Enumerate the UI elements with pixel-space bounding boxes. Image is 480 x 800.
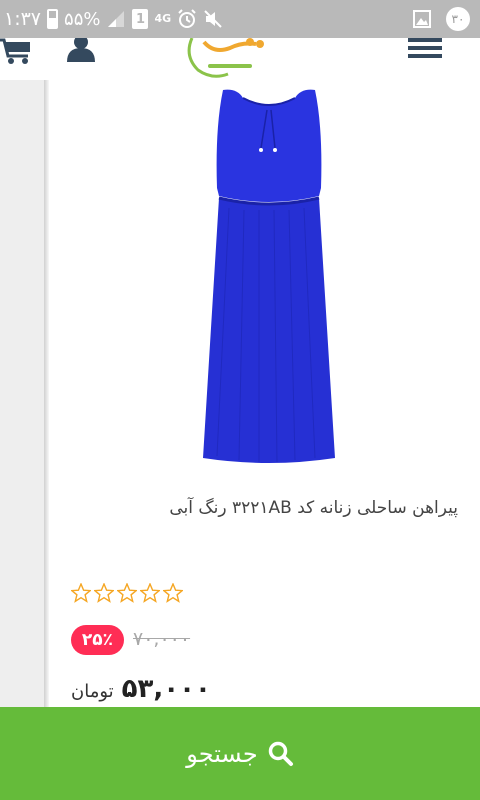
notification-badge: ۳۰ xyxy=(446,7,470,31)
product-price: ۵۳,۰۰۰ xyxy=(121,674,211,704)
mute-icon xyxy=(204,10,222,28)
logo[interactable] xyxy=(184,38,270,78)
rating-stars xyxy=(71,583,183,603)
search-label: جستجو xyxy=(186,739,258,768)
app-header xyxy=(0,38,480,80)
search-button[interactable]: جستجو xyxy=(0,707,480,800)
star-icon xyxy=(163,583,183,603)
status-bar: ۱:۳۷ ۵۵% 1 4G ۳۰ xyxy=(0,0,480,38)
signal-icon xyxy=(108,11,125,27)
star-icon xyxy=(94,583,114,603)
network-type: 4G xyxy=(154,12,172,25)
star-icon xyxy=(140,583,160,603)
battery-percent: ۵۵% xyxy=(64,8,101,30)
currency-label: تومان xyxy=(71,681,114,702)
side-panel-edge xyxy=(0,80,44,707)
old-price: ۷۰,۰۰۰ xyxy=(133,628,191,650)
product-card[interactable]: پیراهن ساحلی زنانه کد ۳۲۲۱AB رنگ آبی ۲۵٪… xyxy=(49,80,480,707)
cart-icon[interactable] xyxy=(0,38,34,64)
discount-badge: ۲۵٪ xyxy=(71,625,124,655)
gallery-icon xyxy=(413,10,431,28)
product-image[interactable] xyxy=(199,88,339,466)
hamburger-menu-icon[interactable] xyxy=(408,38,442,58)
search-icon xyxy=(268,741,293,766)
star-icon xyxy=(117,583,137,603)
star-icon xyxy=(71,583,91,603)
status-time: ۱:۳۷ xyxy=(4,8,42,30)
price-row: تومان ۵۳,۰۰۰ xyxy=(71,674,211,704)
product-title[interactable]: پیراهن ساحلی زنانه کد ۳۲۲۱AB رنگ آبی xyxy=(68,498,458,518)
battery-icon xyxy=(47,9,59,29)
alarm-icon xyxy=(178,9,196,28)
sim-icon: 1 xyxy=(132,9,149,29)
user-icon[interactable] xyxy=(66,38,96,62)
